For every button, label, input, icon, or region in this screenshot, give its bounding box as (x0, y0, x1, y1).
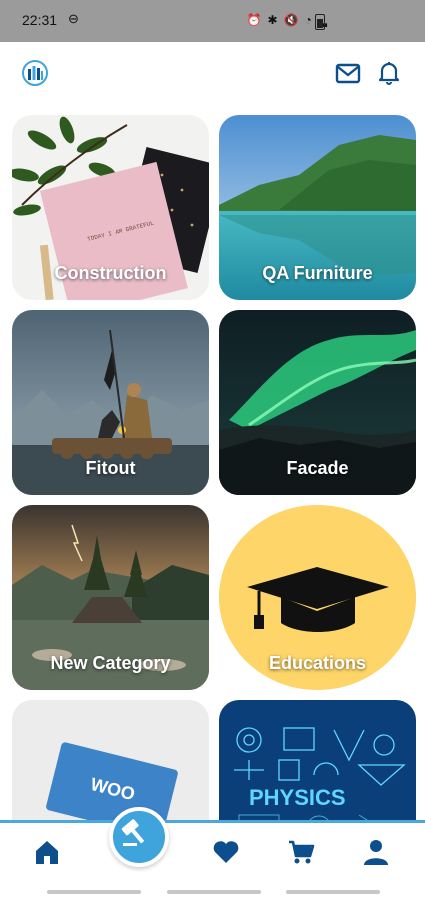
category-card-fitout[interactable]: Fitout (12, 310, 209, 495)
status-time: 22:31 (22, 12, 58, 28)
mail-icon[interactable] (335, 62, 361, 86)
category-card-physics[interactable]: PHYSICS (219, 700, 416, 820)
alarm-icon: ⏰ (246, 13, 262, 27)
bell-icon[interactable] (377, 60, 401, 86)
bottom-navigation (0, 807, 425, 885)
mute-icon: 🔇 (283, 13, 299, 27)
profile-icon[interactable] (361, 837, 391, 867)
category-card-facade[interactable]: Facade (219, 310, 416, 495)
wifi-icon: ◔ (304, 13, 312, 27)
battery-icon (315, 14, 325, 30)
status-bar: 22:31 ⊖ ⏰ ✱ 🔇 ◔ ▂ (0, 0, 425, 42)
category-card-woo[interactable]: WOO (12, 700, 209, 820)
category-card-new-category[interactable]: New Category (12, 505, 209, 690)
auction-hammer-icon (121, 819, 145, 846)
app-header (0, 42, 425, 108)
gesture-bar-center (167, 890, 261, 894)
category-label: New Category (50, 653, 171, 673)
category-card-construction[interactable]: TODAY I AM GRATEFUL Construction (12, 115, 209, 300)
cart-icon[interactable] (286, 837, 316, 867)
building-logo-icon (22, 60, 48, 86)
physics-image: PHYSICS (219, 700, 416, 820)
gesture-bar-right (286, 890, 380, 894)
category-grid: TODAY I AM GRATEFUL Construction QA Furn… (12, 115, 416, 820)
auction-button[interactable] (109, 807, 169, 867)
category-card-qa-furniture[interactable]: QA Furniture (219, 115, 416, 300)
category-label: QA Furniture (262, 263, 373, 283)
woo-image: WOO (12, 700, 209, 820)
category-label: Facade (286, 458, 349, 478)
category-label: Educations (268, 653, 366, 673)
heart-icon[interactable] (211, 837, 241, 867)
home-icon[interactable] (32, 837, 62, 867)
category-label: Construction (54, 263, 167, 283)
category-label: Fitout (85, 458, 136, 478)
category-card-educations[interactable]: Educations (219, 505, 416, 690)
dnd-icon: ⊖ (68, 11, 79, 26)
physics-text: PHYSICS (249, 785, 346, 810)
bluetooth-icon: ✱ (267, 13, 278, 27)
gesture-bar-left (47, 890, 141, 894)
